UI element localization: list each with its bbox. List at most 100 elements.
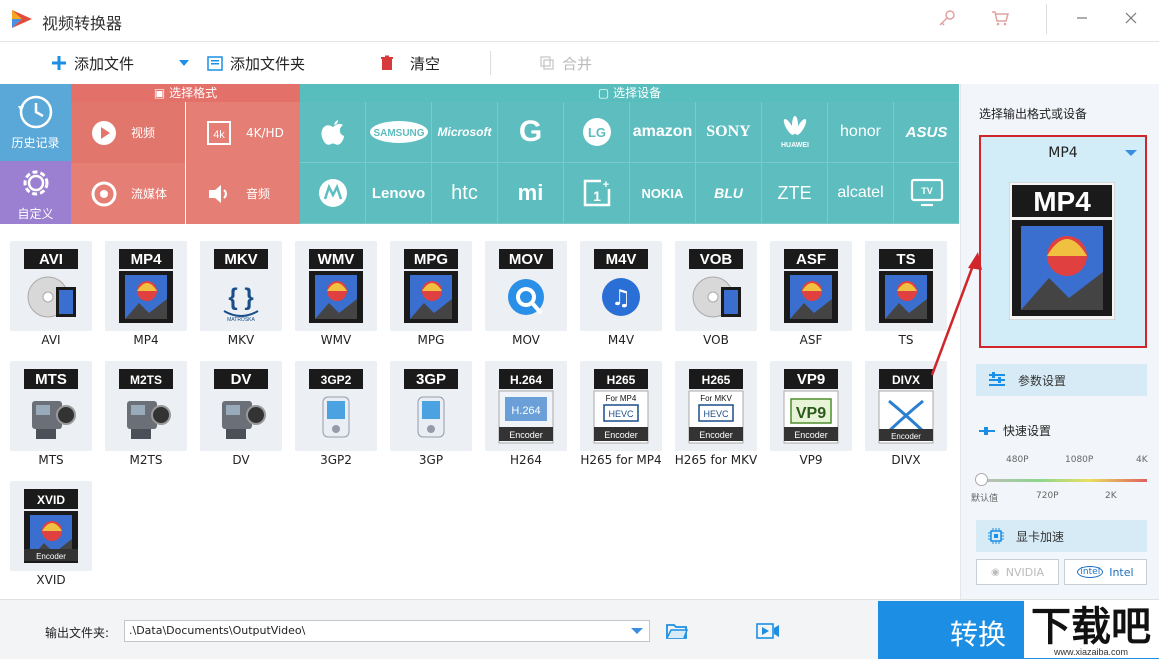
svg-text:Encoder: Encoder bbox=[891, 432, 921, 441]
brand-lenovo[interactable]: Lenovo bbox=[366, 163, 432, 224]
h265-for-mp4-format-icon: H265 For MP4 HEVC Encoder bbox=[593, 369, 649, 444]
format-tile-vob[interactable]: VOB VOB bbox=[675, 241, 757, 347]
category-4k-hd[interactable]: 4k 4K/HD bbox=[186, 102, 300, 163]
watermark-logo: 下载吧 www.xiazaiba.com bbox=[1024, 600, 1159, 658]
folder-icon bbox=[207, 56, 223, 71]
format-name: H265 for MKV bbox=[674, 453, 758, 467]
quality-slider-track[interactable] bbox=[981, 479, 1147, 482]
brand-apple[interactable] bbox=[300, 102, 366, 163]
svg-text:HEVC: HEVC bbox=[703, 409, 729, 419]
format-section-label: 选择格式 bbox=[169, 86, 218, 100]
quick-settings-label: 快速设置 bbox=[1003, 424, 1052, 438]
category-audio[interactable]: 音频 bbox=[186, 163, 300, 224]
brand-honor[interactable]: honor bbox=[828, 102, 894, 163]
add-file-button[interactable]: 添加文件 bbox=[50, 51, 134, 75]
brand-g[interactable]: G bbox=[498, 102, 564, 163]
clear-button[interactable]: 清空 bbox=[378, 51, 440, 75]
svg-text:下载吧: 下载吧 bbox=[1031, 605, 1151, 649]
category-video[interactable]: 视频 bbox=[71, 102, 185, 163]
add-file-dropdown[interactable] bbox=[178, 51, 190, 75]
brand-samsung[interactable]: SAMSUNG bbox=[366, 102, 432, 163]
brand-motorola[interactable] bbox=[300, 163, 366, 224]
add-folder-label: 添加文件夹 bbox=[230, 54, 306, 73]
brand-htc[interactable]: htc bbox=[432, 163, 498, 224]
toolbar: 添加文件 添加文件夹 清空 合并 bbox=[0, 43, 1159, 84]
brand-blu[interactable]: BLU bbox=[696, 163, 762, 224]
minimize-icon[interactable] bbox=[1070, 8, 1094, 32]
cart-icon[interactable] bbox=[988, 8, 1012, 32]
brand-lg[interactable]: LG bbox=[564, 102, 630, 163]
format-tile-h265-for-mp4[interactable]: H265 For MP4 HEVC Encoder H265 for MP4 bbox=[580, 361, 662, 467]
intel-label: Intel bbox=[1109, 565, 1134, 579]
brand-sony[interactable]: SONY bbox=[696, 102, 762, 163]
format-name: ASF bbox=[799, 333, 823, 347]
format-tile-vp9[interactable]: VP9 VP9 Encoder VP9 bbox=[770, 361, 852, 467]
format-tile-h265-for-mkv[interactable]: H265 For MKV HEVC Encoder H265 for MKV bbox=[675, 361, 757, 467]
output-folder-label: 输出文件夹: bbox=[45, 626, 110, 640]
format-name: MOV bbox=[512, 333, 540, 347]
brand-zte[interactable]: ZTE bbox=[762, 163, 828, 224]
gear-icon bbox=[23, 170, 49, 196]
play-icon bbox=[92, 120, 116, 145]
brand-microsoft[interactable]: Microsoft bbox=[432, 102, 498, 163]
gpu-accel-button[interactable]: 显卡加速 bbox=[976, 520, 1147, 552]
film-icon: ▣ bbox=[153, 86, 166, 100]
custom-button[interactable]: 自定义 bbox=[0, 161, 71, 224]
avi-format-icon: AVI bbox=[24, 249, 78, 318]
chevron-down-icon[interactable] bbox=[1125, 150, 1137, 156]
chevron-down-icon[interactable] bbox=[631, 628, 643, 634]
brand-amazon[interactable]: amazon bbox=[630, 102, 696, 163]
format-tile-wmv[interactable]: WMV WMV bbox=[295, 241, 377, 347]
brand-mi[interactable]: mi bbox=[498, 163, 564, 224]
format-tile-asf[interactable]: ASF ASF bbox=[770, 241, 852, 347]
close-icon[interactable] bbox=[1119, 8, 1143, 32]
format-tile-mpg[interactable]: MPG MPG bbox=[390, 241, 472, 347]
format-tile-mts[interactable]: MTS MTS bbox=[10, 361, 92, 467]
format-tile-3gp[interactable]: 3GP 3GP bbox=[390, 361, 472, 467]
format-tile-dv[interactable]: DV DV bbox=[200, 361, 282, 467]
brand-nokia[interactable]: NOKIA bbox=[630, 163, 696, 224]
mts-format-icon: MTS bbox=[24, 369, 78, 439]
h264-format-icon: H.264 H.264 Encoder bbox=[498, 369, 554, 444]
svg-text:MTS: MTS bbox=[35, 371, 67, 388]
format-tile-m4v[interactable]: M4V ♫ M4V bbox=[580, 241, 662, 347]
svg-text:3GP: 3GP bbox=[416, 371, 446, 388]
key-icon[interactable] bbox=[935, 8, 959, 32]
chip-icon bbox=[988, 528, 1004, 544]
format-tile-m2ts[interactable]: M2TS M2TS bbox=[105, 361, 187, 467]
nvidia-icon: ◉ bbox=[991, 566, 1000, 578]
brand-alcatel[interactable]: alcatel bbox=[828, 163, 894, 224]
quality-480p: 480P bbox=[1006, 455, 1029, 465]
open-output-video-icon[interactable] bbox=[756, 622, 780, 640]
format-tile-avi[interactable]: AVI AVI bbox=[10, 241, 92, 347]
brand-huawei[interactable]: HUAWEI bbox=[762, 102, 828, 163]
selected-format-card[interactable]: MP4 MP4 bbox=[979, 135, 1147, 348]
output-folder-input[interactable]: .\Data\Documents\OutputVideo\ bbox=[124, 620, 650, 642]
format-tile-mov[interactable]: MOV MOV bbox=[485, 241, 567, 347]
history-button[interactable]: 历史记录 bbox=[0, 84, 71, 161]
svg-text:Encoder: Encoder bbox=[36, 552, 66, 561]
brand-oneplus[interactable]: 1 + bbox=[564, 163, 630, 224]
intel-button[interactable]: intel Intel bbox=[1064, 559, 1147, 585]
app-title: 视频转换器 bbox=[42, 14, 123, 33]
format-tile-h264[interactable]: H.264 H.264 Encoder H264 bbox=[485, 361, 567, 467]
format-tile-3gp2[interactable]: 3GP2 3GP2 bbox=[295, 361, 377, 467]
toolbar-divider bbox=[490, 51, 491, 75]
category-streaming[interactable]: 流媒体 bbox=[71, 163, 185, 224]
intel-icon: intel bbox=[1077, 566, 1104, 578]
format-tile-mp4[interactable]: MP4 MP4 bbox=[105, 241, 187, 347]
open-folder-icon[interactable] bbox=[666, 622, 688, 640]
brand-tv[interactable]: TV bbox=[894, 163, 960, 224]
add-folder-button[interactable]: 添加文件夹 bbox=[206, 51, 305, 75]
merge-button[interactable]: 合并 bbox=[538, 51, 592, 75]
merge-label: 合并 bbox=[562, 54, 593, 73]
svg-text:♫: ♫ bbox=[611, 286, 631, 311]
nvidia-button[interactable]: ◉ NVIDIA bbox=[976, 559, 1059, 585]
svg-text:Encoder: Encoder bbox=[699, 430, 733, 440]
quality-4k: 4K bbox=[1136, 455, 1148, 465]
format-tile-mkv[interactable]: MKV { } MATROŠKA MKV bbox=[200, 241, 282, 347]
brand-asus[interactable]: ASUS bbox=[894, 102, 960, 163]
param-settings-button[interactable]: 参数设置 bbox=[976, 364, 1147, 396]
quality-slider-handle[interactable] bbox=[975, 473, 988, 486]
format-tile-xvid[interactable]: XVID Encoder XVID bbox=[10, 481, 92, 587]
